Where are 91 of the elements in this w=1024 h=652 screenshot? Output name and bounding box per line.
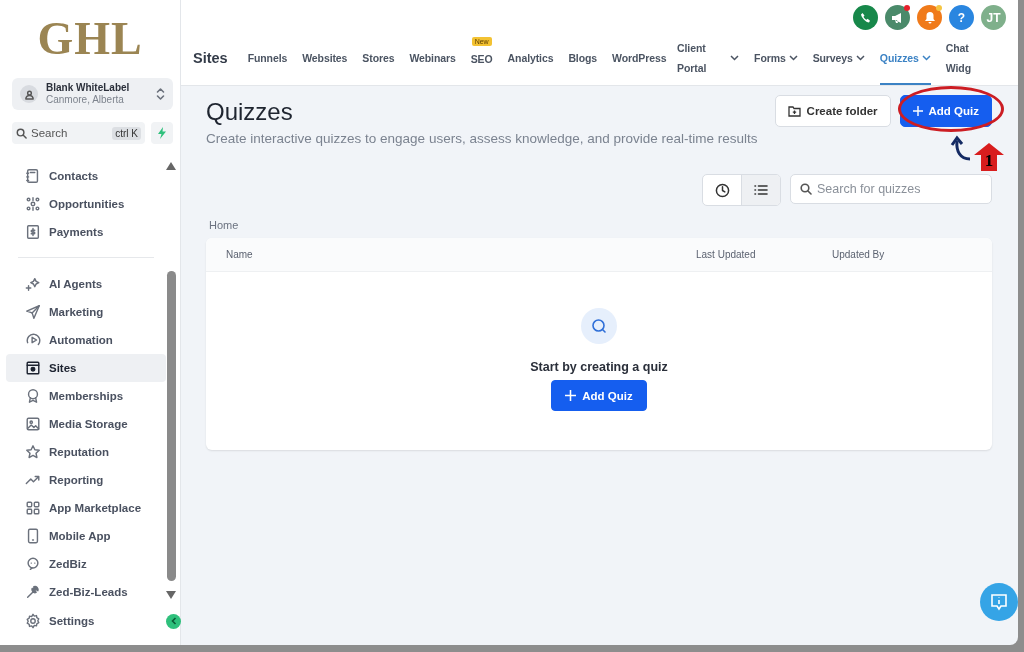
plus-icon [912, 106, 923, 116]
settings-icon [25, 613, 41, 629]
sidebar-item[interactable]: Reputation [6, 438, 166, 466]
image-icon [25, 416, 41, 432]
page-title: Quizzes [206, 97, 294, 127]
chevron-updown-icon [156, 87, 165, 101]
lightning-icon [157, 127, 167, 139]
sidebar-item[interactable]: App Marketplace [6, 494, 166, 522]
account-avatar-icon [20, 85, 38, 103]
receipt-icon [25, 224, 41, 240]
breadcrumb-link[interactable]: Home [209, 219, 992, 231]
nav-tab[interactable]: Chat Widg [945, 30, 996, 85]
search-icon [16, 127, 27, 139]
sidebar-item[interactable]: AI Agents [6, 270, 166, 298]
nav-tab[interactable]: Forms [754, 30, 798, 85]
sidebar-item[interactable]: Opportunities [6, 190, 166, 218]
brand-logo: GHL [37, 11, 143, 65]
add-quiz-button[interactable]: Add Quiz [899, 95, 992, 127]
help-button[interactable]: ? [949, 5, 974, 30]
browser-icon [25, 360, 41, 376]
plus-icon [565, 390, 577, 401]
column-header: Name [226, 249, 254, 260]
scroll-up-icon [166, 162, 176, 170]
list-icon [754, 184, 768, 196]
column-header: Updated By [832, 249, 886, 260]
phone-button[interactable] [853, 5, 878, 30]
sidebar-item[interactable]: Contacts [6, 162, 166, 190]
sidebar-item[interactable]: Memberships [6, 382, 166, 410]
nav-tab[interactable]: Funnels [247, 30, 288, 85]
nav-tab[interactable]: Webinars [409, 30, 456, 85]
notifications-button[interactable] [917, 5, 942, 30]
section-title: Sites [193, 49, 228, 66]
chevron-left-icon [170, 617, 177, 625]
sidebar-item[interactable]: Media Storage [6, 410, 166, 438]
create-folder-button[interactable]: Create folder [774, 95, 891, 127]
account-location: Canmore, Alberta [46, 94, 125, 106]
dots-grid-icon [25, 196, 41, 212]
search-field[interactable]: Search ctrl K [12, 122, 145, 144]
announcements-button[interactable] [885, 5, 910, 30]
search-icon [800, 183, 812, 195]
folder-plus-icon [787, 105, 801, 117]
column-header: Last Updated [696, 249, 757, 260]
info-bubble-icon [989, 592, 1009, 612]
search-placeholder: Search for quizzes [817, 182, 921, 196]
play-circle-icon [25, 332, 41, 348]
account-name: Blank WhiteLabel [46, 82, 131, 94]
step-marker: 1 [974, 143, 1004, 171]
sidebar-item[interactable]: Zed-Biz-Leads [6, 578, 166, 606]
nav-tab[interactable]: Blogs [568, 30, 598, 85]
curved-arrow [950, 135, 972, 161]
nav-tab[interactable]: Analytics [507, 30, 554, 85]
search-placeholder: Search [31, 127, 69, 139]
phone-device-icon [25, 528, 41, 544]
nav-tab[interactable]: Quizzes [879, 30, 931, 85]
clock-icon [714, 182, 730, 198]
bell-icon [923, 11, 936, 24]
grid-icon [25, 500, 41, 516]
chat-face-icon [25, 556, 41, 572]
empty-state-message: Start by creating a quiz [530, 360, 668, 374]
feedback-button[interactable] [980, 583, 1018, 621]
nav-tab[interactable]: Surveys [812, 30, 865, 85]
sidebar-item[interactable]: Sites [6, 354, 166, 382]
account-switcher[interactable]: Blank WhiteLabel Canmore, Alberta [12, 78, 173, 110]
star-icon [25, 444, 41, 460]
add-quiz-button[interactable]: Add Quiz [551, 380, 647, 411]
scrollbar-thumb[interactable] [166, 270, 176, 581]
award-icon [25, 388, 41, 404]
sidebar-item[interactable]: Payments [6, 218, 166, 246]
megaphone-icon [891, 11, 904, 24]
shortcut-key: ctrl K [112, 126, 141, 140]
nav-tab[interactable]: SEO [470, 48, 493, 85]
list-view-toggle[interactable] [741, 175, 780, 205]
sidebar-item[interactable]: Automation [6, 326, 166, 354]
nav-tab[interactable]: Client Portal [677, 30, 740, 85]
notebook-icon [25, 168, 41, 184]
scroll-down-icon [166, 591, 176, 599]
quick-action-button[interactable] [151, 122, 173, 144]
sidebar-item[interactable]: Settings [6, 607, 166, 635]
sidebar-item[interactable]: ZedBiz [6, 550, 166, 578]
sidebar-item[interactable]: Reporting [6, 466, 166, 494]
nav-tab[interactable]: Stores [362, 30, 395, 85]
search-icon [581, 308, 617, 344]
paper-plane-icon [25, 304, 41, 320]
sidebar-item[interactable]: Mobile App [6, 522, 166, 550]
nav-tab[interactable]: Websites [302, 30, 348, 85]
page-subtitle: Create interactive quizzes to engage users, assess knowledge, and provide real-time results [206, 131, 759, 146]
sidebar-item[interactable]: Marketing [6, 298, 166, 326]
collapse-button[interactable] [166, 613, 181, 629]
phone-icon [859, 11, 872, 24]
sparkle-icon [25, 276, 41, 292]
wrench-icon [25, 584, 41, 600]
